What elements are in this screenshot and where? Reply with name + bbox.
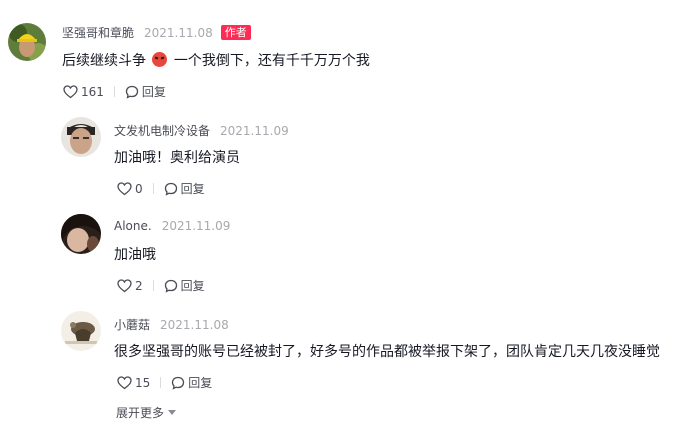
comment-author[interactable]: 坚强哥和章脆 bbox=[62, 24, 134, 41]
reply-bubble-icon bbox=[164, 182, 177, 196]
avatar[interactable] bbox=[61, 214, 101, 254]
comment-date: 2021.11.08 bbox=[160, 317, 229, 332]
comment-text-part: 后续继续斗争 bbox=[62, 53, 146, 69]
comment-text: 加油哦！奥利给演员 bbox=[114, 150, 240, 166]
reply-button[interactable]: 回复 bbox=[164, 277, 205, 294]
avatar[interactable] bbox=[8, 23, 46, 61]
angry-face-icon bbox=[152, 52, 168, 67]
comment-author[interactable]: 小蘑菇 bbox=[114, 316, 150, 333]
divider bbox=[152, 280, 154, 291]
reply-button[interactable]: 回复 bbox=[164, 180, 205, 197]
reply-label: 回复 bbox=[180, 182, 205, 196]
expand-more-label: 展开更多 bbox=[116, 406, 165, 420]
comment-date: 2021.11.09 bbox=[161, 219, 231, 233]
reply-button[interactable]: 回复 bbox=[125, 83, 166, 100]
caret-down-icon bbox=[168, 409, 177, 415]
comment-date: 2021.11.08 bbox=[144, 25, 213, 40]
like-button[interactable]: 161 bbox=[63, 85, 104, 99]
like-count: 2 bbox=[135, 278, 143, 293]
like-button[interactable]: 2 bbox=[117, 279, 143, 293]
comment-author[interactable]: 文发机电制冷设备 bbox=[114, 122, 210, 139]
comment-text: 后续继续斗争 一个我倒下，还有千千万万个我 bbox=[62, 50, 370, 70]
divider bbox=[113, 86, 115, 97]
expand-more-button[interactable]: 展开更多 bbox=[116, 404, 177, 421]
like-count: 0 bbox=[135, 181, 143, 196]
comment-author[interactable]: Alone. bbox=[114, 219, 152, 233]
heart-icon bbox=[117, 375, 132, 389]
like-count: 161 bbox=[81, 84, 104, 99]
comment-date: 2021.11.09 bbox=[220, 123, 289, 138]
reply-label: 回复 bbox=[141, 85, 166, 99]
comment-text-part: 一个我倒下，还有千千万万个我 bbox=[173, 53, 370, 69]
divider bbox=[152, 183, 154, 194]
reply-bubble-icon bbox=[125, 85, 139, 99]
comment-text: 加油哦 bbox=[114, 247, 156, 263]
like-button[interactable]: 15 bbox=[117, 376, 150, 390]
heart-icon bbox=[117, 278, 132, 292]
avatar[interactable] bbox=[61, 117, 101, 157]
like-button[interactable]: 0 bbox=[117, 182, 143, 196]
reply-bubble-icon bbox=[172, 376, 185, 390]
divider bbox=[160, 377, 162, 388]
avatar[interactable] bbox=[61, 311, 101, 351]
comment-text: 很多坚强哥的账号已经被封了，好多号的作品都被举报下架了，团队肯定几天几夜没睡觉 bbox=[114, 344, 660, 360]
reply-label: 回复 bbox=[188, 376, 213, 390]
author-badge: 作者 bbox=[220, 25, 251, 40]
reply-button[interactable]: 回复 bbox=[171, 374, 212, 391]
heart-icon bbox=[63, 84, 78, 98]
like-count: 15 bbox=[135, 375, 151, 390]
reply-bubble-icon bbox=[164, 279, 177, 293]
heart-icon bbox=[117, 181, 132, 195]
reply-label: 回复 bbox=[180, 279, 205, 293]
